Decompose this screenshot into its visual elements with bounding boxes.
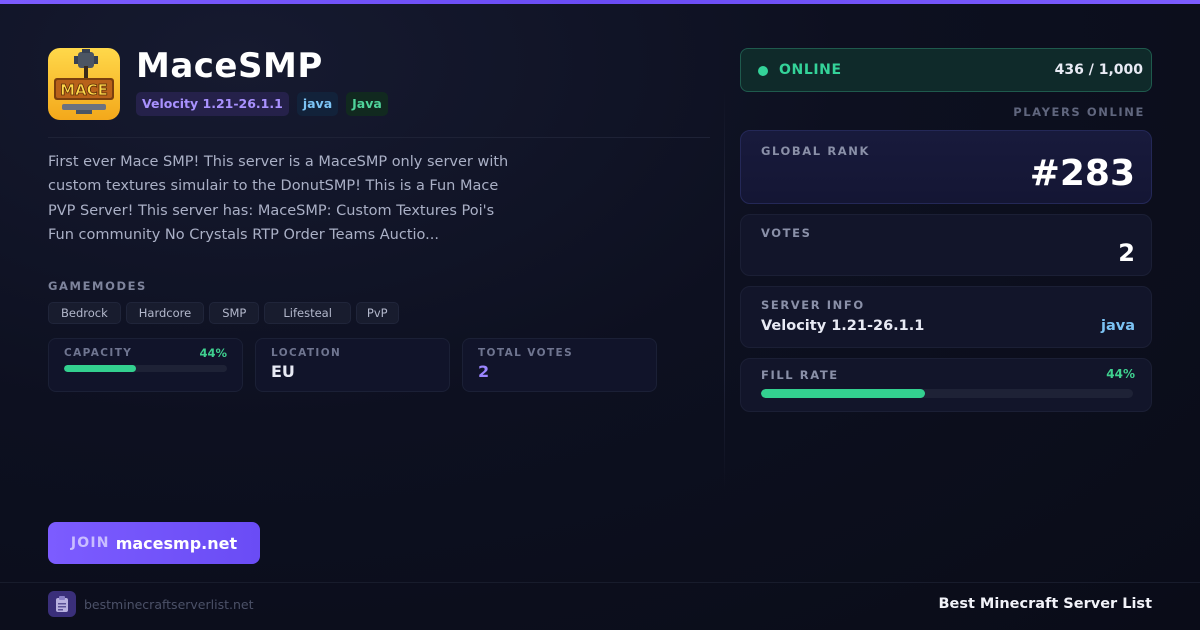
total-votes-value: 2: [478, 362, 490, 381]
fill-rate-bar-fill: [761, 389, 925, 398]
online-dot-icon: [758, 66, 768, 76]
gamemode-chip[interactable]: PvP: [355, 302, 399, 324]
votes-label: VOTES: [761, 226, 812, 240]
location-label: LOCATION: [271, 347, 342, 359]
version-tag: Velocity 1.21-26.1.1: [136, 92, 289, 116]
logo-text: MACE: [60, 81, 108, 99]
votes-card: VOTES 2: [740, 214, 1152, 276]
online-status-text: ONLINE: [779, 62, 842, 78]
fill-rate-percent: 44%: [1106, 367, 1135, 381]
server-info-card: SERVER INFO Velocity 1.21-26.1.1 java: [740, 286, 1152, 348]
capacity-percent: 44%: [199, 346, 227, 360]
fill-rate-bar: [761, 389, 1133, 398]
server-info-label: SERVER INFO: [761, 298, 865, 312]
footer-site-link[interactable]: bestminecraftserverlist.net: [84, 597, 253, 612]
platform-tag: java: [296, 92, 339, 116]
site-logo-icon[interactable]: [48, 591, 76, 617]
global-rank-card: GLOBAL RANK #283: [740, 130, 1152, 204]
gamemodes-label: GAMEMODES: [48, 279, 147, 293]
global-rank-label: GLOBAL RANK: [761, 144, 871, 158]
footer-divider: [0, 582, 1200, 583]
fill-rate-label: FILL RATE: [761, 368, 839, 382]
server-title: MaceSMP: [136, 46, 323, 86]
footer-brand: Best Minecraft Server List: [938, 596, 1152, 612]
gamemodes-list: Bedrock Hardcore SMP Lifesteal PvP: [48, 302, 399, 324]
location-stat: LOCATION EU: [255, 338, 450, 392]
gamemode-chip[interactable]: Bedrock: [48, 302, 121, 324]
capacity-bar: [64, 365, 227, 372]
top-accent-bar: [0, 0, 1200, 4]
server-description: First ever Mace SMP! This server is a Ma…: [48, 154, 509, 243]
edition-tag: Java: [346, 92, 388, 116]
capacity-stat: CAPACITY 44%: [48, 338, 243, 392]
gamemode-chip[interactable]: Lifesteal: [264, 302, 351, 324]
clipboard-icon: [56, 596, 68, 612]
gamemode-chip[interactable]: Hardcore: [125, 302, 205, 324]
gamemode-chip[interactable]: SMP: [209, 302, 260, 324]
capacity-bar-fill: [64, 365, 136, 372]
header-divider: [48, 137, 710, 138]
players-online-label: PLAYERS ONLINE: [1013, 105, 1145, 119]
join-address: macesmp.net: [115, 533, 238, 553]
votes-value: 2: [1118, 239, 1135, 267]
player-count: 436 / 1,000: [1054, 62, 1143, 78]
total-votes-label: TOTAL VOTES: [478, 347, 574, 359]
server-tags: Velocity 1.21-26.1.1 java Java: [136, 92, 388, 116]
column-separator: [724, 90, 725, 490]
server-logo: MACE: [48, 48, 120, 120]
capacity-label: CAPACITY: [64, 347, 133, 359]
server-info-platform: java: [1101, 318, 1135, 334]
mace-logo-image: MACE: [54, 49, 114, 114]
online-status-panel: ONLINE 436 / 1,000: [740, 48, 1152, 92]
join-prefix: JOIN: [70, 535, 110, 551]
global-rank-value: #283: [1029, 153, 1135, 194]
fill-rate-card: FILL RATE 44%: [740, 358, 1152, 412]
total-votes-stat: TOTAL VOTES 2: [462, 338, 657, 392]
server-info-version: Velocity 1.21-26.1.1: [761, 318, 925, 334]
location-value: EU: [271, 362, 295, 381]
join-button[interactable]: JOIN macesmp.net: [48, 522, 260, 564]
